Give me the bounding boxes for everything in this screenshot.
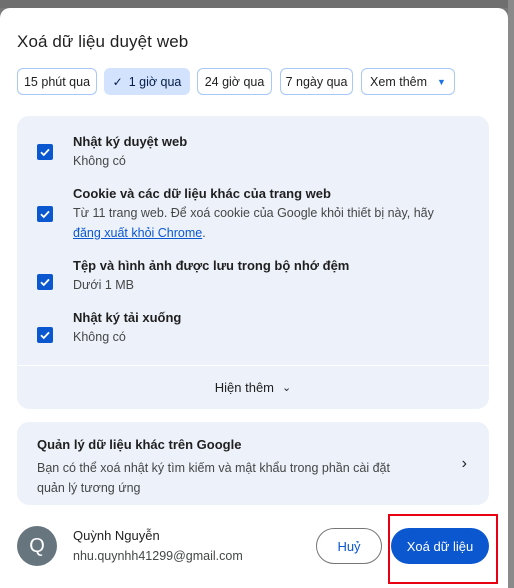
manage-title: Quản lý dữ liệu khác trên Google (37, 437, 242, 452)
item-subtitle: Không có (73, 154, 126, 168)
account-email: nhu.quynhh41299@gmail.com (73, 549, 243, 563)
chip-label: 7 ngày qua (285, 74, 348, 89)
chip-7-days[interactable]: 7 ngày qua (280, 68, 353, 95)
data-types-panel: Nhật ký duyệt web Không có Cookie và các… (17, 116, 489, 365)
chip-label: Xem thêm (370, 74, 428, 89)
backdrop-top (0, 0, 514, 8)
checkbox-checked-icon[interactable] (37, 274, 53, 290)
chip-1-hour[interactable]: ✓ 1 giờ qua (104, 68, 190, 95)
manage-description: Bạn có thể xoá nhật ký tìm kiếm và mật k… (37, 461, 390, 495)
account-name: Quỳnh Nguyễn (73, 528, 160, 543)
item-subtitle: Dưới 1 MB (73, 278, 135, 292)
clear-browsing-data-dialog: Xoá dữ liệu duyệt web 15 phút qua ✓ 1 gi… (0, 8, 508, 588)
chip-label: 15 phút qua (23, 74, 91, 89)
checkbox-checked-icon[interactable] (37, 327, 53, 343)
avatar-initial: Q (29, 534, 45, 557)
checkbox-checked-icon[interactable] (37, 144, 53, 160)
item-title: Nhật ký duyệt web (73, 134, 188, 149)
item-subtitle-line2: đăng xuất khỏi Chrome. (73, 226, 206, 240)
item-title: Cookie và các dữ liệu khác của trang web (73, 186, 331, 201)
item-title: Tệp và hình ảnh được lưu trong bộ nhớ đệ… (73, 258, 350, 273)
dialog-title: Xoá dữ liệu duyệt web (17, 32, 189, 51)
show-more-label: Hiện thêm (214, 380, 275, 395)
manage-google-data-link[interactable]: Quản lý dữ liệu khác trên Google Bạn có … (17, 422, 489, 505)
checkbox-checked-icon[interactable] (37, 206, 53, 222)
link-suffix: . (202, 226, 206, 240)
sign-out-link[interactable]: đăng xuất khỏi Chrome (73, 226, 202, 240)
item-subtitle: Không có (73, 330, 126, 344)
chevron-right-icon: › (461, 455, 467, 472)
avatar: Q (17, 526, 57, 566)
chip-label: 24 giờ qua (204, 74, 265, 89)
clear-data-button[interactable]: Xoá dữ liệu (391, 528, 489, 564)
chevron-down-icon: ⌄ (282, 382, 292, 394)
cancel-button[interactable]: Huỷ (316, 528, 382, 564)
check-icon: ✓ (112, 74, 123, 89)
backdrop-right (508, 0, 514, 588)
item-subtitle: Từ 11 trang web. Để xoá cookie của Googl… (73, 206, 434, 220)
chip-more-dropdown[interactable]: Xem thêm ▼ (361, 68, 455, 95)
chip-15-minutes[interactable]: 15 phút qua (17, 68, 97, 95)
chip-label: 1 giờ qua (128, 74, 182, 89)
chip-24-hours[interactable]: 24 giờ qua (197, 68, 272, 95)
show-more-button[interactable]: Hiện thêm ⌄ (17, 365, 489, 409)
item-title: Nhật ký tải xuống (73, 310, 182, 325)
caret-down-icon: ▼ (437, 76, 446, 87)
